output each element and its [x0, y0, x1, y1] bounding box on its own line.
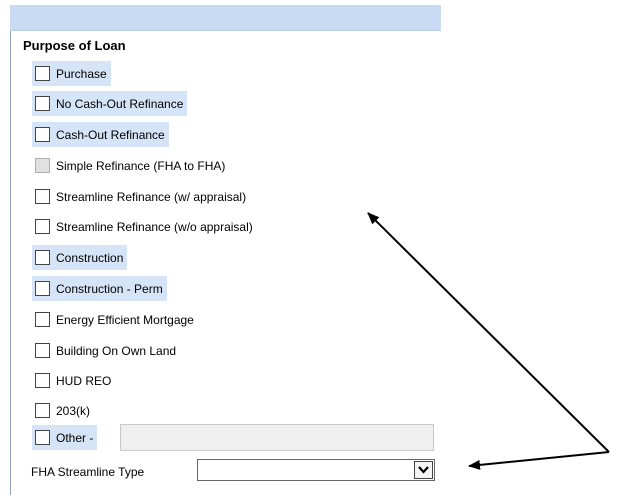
annotation-arrow-to-streamline-option [367, 212, 610, 453]
annotation-arrows [367, 212, 610, 470]
annotation-arrow-to-streamline-select [468, 451, 610, 470]
